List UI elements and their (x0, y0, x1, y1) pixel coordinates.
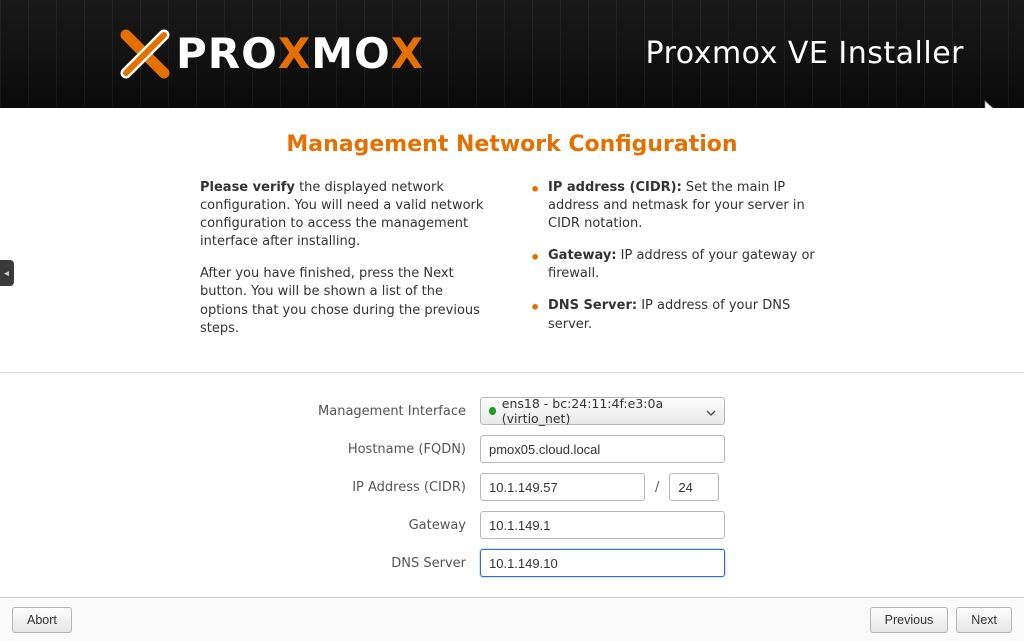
cidr-separator: / (655, 480, 659, 495)
proxmox-logo: PRO X MO X (120, 29, 424, 79)
label-ip-address: IP Address (CIDR) (0, 480, 480, 495)
installer-banner: PRO X MO X Proxmox VE Installer (0, 0, 1024, 108)
management-interface-select[interactable]: ens18 - bc:24:11:4f:e3:0a (virtio_net) (480, 397, 725, 425)
bullet-dns: DNS Server: IP address of your DNS serve… (530, 297, 824, 333)
next-button[interactable]: Next (956, 607, 1012, 633)
management-interface-value: ens18 - bc:24:11:4f:e3:0a (virtio_net) (502, 396, 700, 426)
link-status-icon (489, 407, 496, 415)
label-dns-server: DNS Server (0, 556, 480, 571)
bullet-ip: IP address (CIDR): Set the main IP addre… (530, 179, 824, 234)
description-left-column: Please verify the displayed network conf… (200, 179, 494, 353)
bullet-gateway: Gateway: IP address of your gateway or f… (530, 247, 824, 283)
previous-button[interactable]: Previous (870, 607, 949, 633)
wizard-footer: Abort Previous Next (0, 597, 1024, 641)
label-hostname: Hostname (FQDN) (0, 442, 480, 457)
label-gateway: Gateway (0, 518, 480, 533)
ip-address-input[interactable] (480, 473, 645, 501)
proxmox-x-icon (120, 29, 170, 79)
chevron-down-icon (706, 404, 716, 419)
abort-button[interactable]: Abort (12, 607, 72, 633)
page-title: Management Network Configuration (60, 132, 964, 157)
cursor-icon (984, 100, 998, 108)
label-management-interface: Management Interface (0, 404, 480, 419)
description-right-column: IP address (CIDR): Set the main IP addre… (530, 179, 824, 353)
cidr-mask-input[interactable] (669, 473, 719, 501)
side-panel-toggle[interactable] (0, 260, 14, 286)
network-config-form: Management Interface ens18 - bc:24:11:4f… (0, 372, 1024, 597)
installer-title: Proxmox VE Installer (646, 36, 964, 71)
hostname-input[interactable] (480, 435, 725, 463)
dns-server-input[interactable] (480, 549, 725, 577)
gateway-input[interactable] (480, 511, 725, 539)
